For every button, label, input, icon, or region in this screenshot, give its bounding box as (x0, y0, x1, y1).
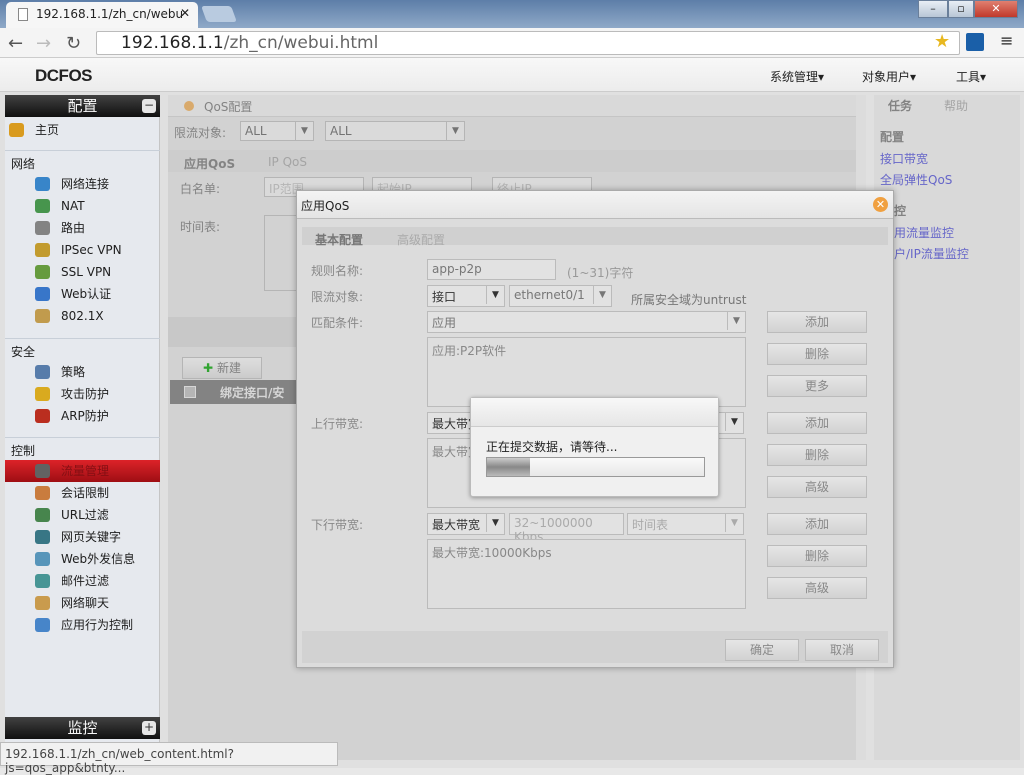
extension-icon[interactable] (966, 33, 984, 51)
progress-fill (487, 458, 531, 476)
limit-iface-select[interactable]: ethernet0/1 ▼ (509, 285, 612, 307)
rule-name-input[interactable]: app-p2p (427, 259, 556, 280)
zone-hint: 所属安全域为untrust (631, 293, 747, 307)
address-bar-row: ← → ↻ 192.168.1.1/zh_cn/webui.html ★ ≡ (0, 28, 1024, 58)
downstream-schedule-select[interactable]: 时间表 ▼ (627, 513, 744, 535)
maximize-button[interactable]: ▫ (948, 0, 974, 18)
close-window-button[interactable]: ✕ (974, 0, 1018, 18)
close-icon[interactable]: ✕ (873, 197, 888, 212)
match-more-button[interactable]: 更多 (767, 375, 867, 397)
menu-icon[interactable]: ≡ (1000, 31, 1013, 50)
progress-message: 正在提交数据，请等待... (486, 440, 618, 454)
ok-button[interactable]: 确定 (725, 639, 799, 661)
upstream-delete-button[interactable]: 删除 (767, 444, 867, 466)
select-value: 时间表 (632, 518, 669, 532)
chevron-down-icon: ▼ (486, 514, 504, 532)
match-add-button[interactable]: 添加 (767, 311, 867, 333)
browser-tab[interactable]: 192.168.1.1/zh_cn/webu ✕ (6, 2, 198, 28)
upstream-advanced-button[interactable]: 高级 (767, 476, 867, 498)
chevron-down-icon: ▼ (486, 286, 504, 304)
url-input[interactable]: 192.168.1.1/zh_cn/webui.html (96, 31, 960, 55)
downstream-delete-button[interactable]: 删除 (767, 545, 867, 567)
progress-bar (486, 457, 705, 477)
chevron-down-icon: ▼ (725, 514, 743, 532)
downstream-add-button[interactable]: 添加 (767, 513, 867, 535)
input-value: app-p2p (432, 262, 482, 276)
dialog-footer (302, 631, 888, 663)
select-value: 应用 (432, 316, 457, 330)
match-delete-button[interactable]: 删除 (767, 343, 867, 365)
bookmark-star-icon[interactable]: ★ (934, 31, 950, 52)
tab-close-icon[interactable]: ✕ (180, 6, 190, 20)
downstream-list[interactable]: 最大带宽:10000Kbps (427, 539, 746, 609)
select-value: 接口 (432, 290, 457, 304)
menu-objects-users[interactable]: 对象用户▾ (862, 68, 916, 85)
chevron-down-icon: ▼ (725, 413, 743, 431)
new-tab-button[interactable] (201, 6, 237, 22)
list-item: 应用:P2P软件 (432, 344, 507, 358)
menu-tools[interactable]: 工具▾ (956, 68, 986, 85)
logo: DCFOS (35, 66, 93, 85)
downstream-advanced-button[interactable]: 高级 (767, 577, 867, 599)
dialog-title: 应用QoS (301, 199, 350, 213)
downstream-label: 下行带宽: (311, 518, 364, 532)
cancel-button[interactable]: 取消 (805, 639, 879, 661)
match-label: 匹配条件: (311, 316, 364, 330)
downstream-rate-input[interactable]: 32~1000000 Kbps (509, 513, 624, 544)
match-select[interactable]: 应用 ▼ (427, 311, 746, 333)
url-path: /zh_cn/webui.html (223, 33, 379, 53)
tab-basic[interactable]: 基本配置 (315, 231, 363, 248)
menu-system[interactable]: 系统管理▾ (770, 68, 824, 85)
page-icon (18, 8, 28, 21)
chevron-down-icon: ▼ (593, 286, 611, 304)
rule-name-label: 规则名称: (311, 264, 364, 278)
downstream-type-select[interactable]: 最大带宽 ▼ (427, 513, 505, 535)
forward-icon[interactable]: → (36, 33, 51, 54)
select-value: 最大带宽 (432, 518, 481, 532)
status-bar: 192.168.1.1/zh_cn/web_content.html?js=qo… (0, 742, 338, 775)
minimize-button[interactable]: – (918, 0, 948, 18)
upstream-add-button[interactable]: 添加 (767, 412, 867, 434)
back-icon[interactable]: ← (8, 33, 23, 54)
progress-titlebar (471, 398, 718, 427)
dialog-titlebar: 应用QoS (297, 191, 893, 219)
url-host: 192.168.1.1 (121, 33, 224, 53)
limit-label: 限流对象: (311, 290, 364, 304)
select-value: ethernet0/1 (514, 288, 585, 302)
limit-type-select[interactable]: 接口 ▼ (427, 285, 505, 307)
tab-title: 192.168.1.1/zh_cn/webu (36, 7, 184, 21)
rule-hint: (1~31)字符 (567, 266, 634, 280)
chevron-down-icon: ▼ (727, 312, 745, 330)
upstream-label: 上行带宽: (311, 417, 364, 431)
browser-tab-strip: 192.168.1.1/zh_cn/webu ✕ – ▫ ✕ (0, 0, 1024, 28)
reload-icon[interactable]: ↻ (66, 33, 81, 54)
list-item: 最大带宽:10000Kbps (432, 546, 552, 560)
tab-advanced[interactable]: 高级配置 (397, 231, 445, 248)
app-header: DCFOS 系统管理▾ 对象用户▾ 工具▾ (0, 58, 1024, 92)
progress-dialog: 正在提交数据，请等待... (470, 397, 719, 497)
